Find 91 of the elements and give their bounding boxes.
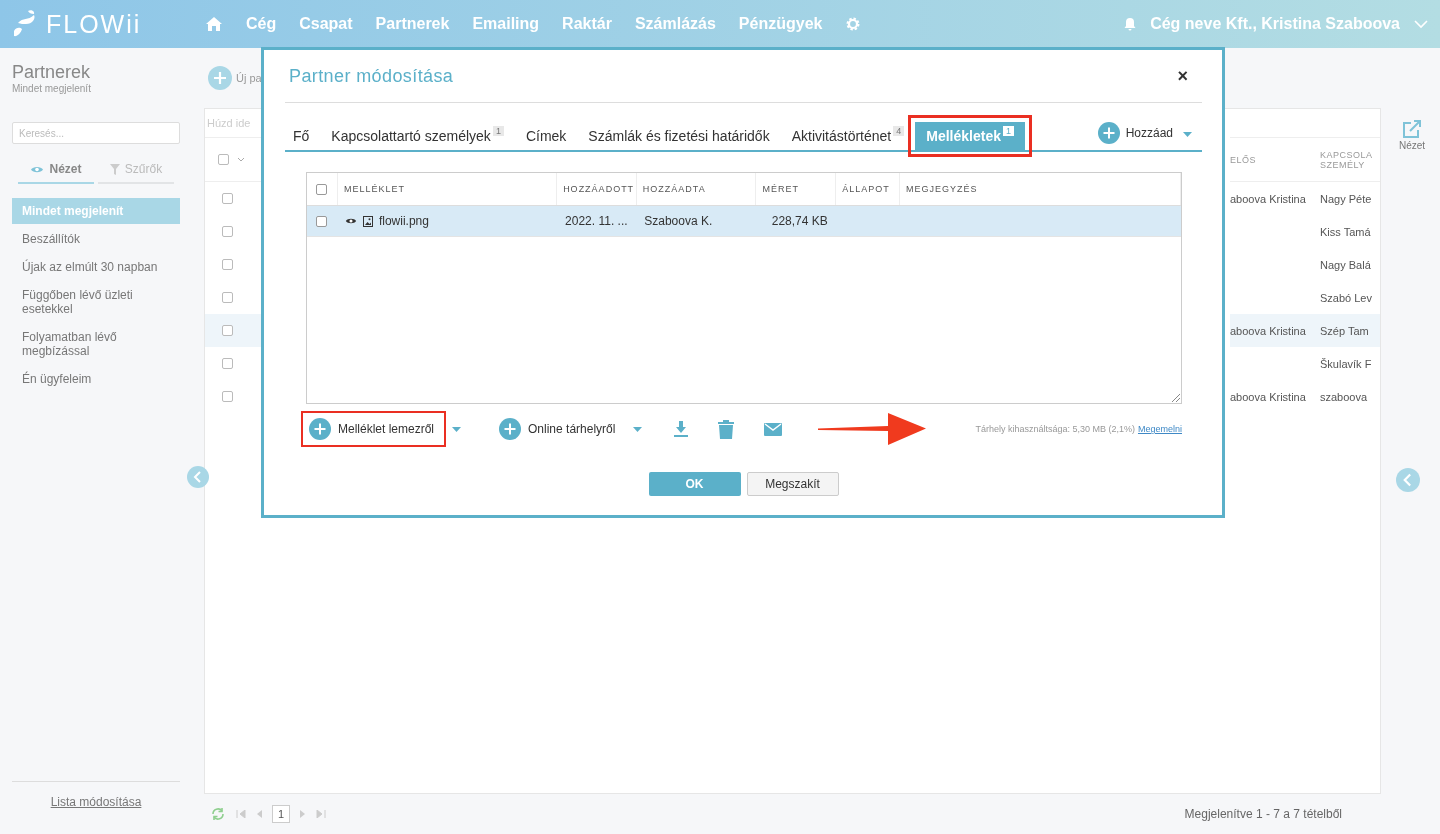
- attach-action[interactable]: Melléklet lemezről: [303, 413, 445, 445]
- sidebar-item[interactable]: Újak az elmúlt 30 napban: [12, 254, 180, 280]
- column-header[interactable]: HOZZÁADOTT: [557, 173, 637, 205]
- increase-storage-link[interactable]: Megemelni: [1137, 424, 1182, 434]
- sidebar-item[interactable]: Én ügyfeleim: [12, 366, 180, 392]
- table-cell: aboova Kristina: [1230, 390, 1306, 403]
- dialog-title: Partner módosítása: [289, 65, 454, 87]
- plus-circle-icon: [499, 418, 522, 440]
- sidebar-item[interactable]: Folyamatban lévő megbízással: [12, 324, 180, 364]
- grid-row[interactable]: Nagy Balá: [1230, 248, 1380, 281]
- table-cell: Nagy Balá: [1320, 258, 1371, 271]
- mail-icon[interactable]: [764, 422, 783, 436]
- chevron-down-icon[interactable]: [1414, 19, 1428, 29]
- checkbox[interactable]: [218, 154, 229, 165]
- column-header[interactable]: ÁLLAPOT: [836, 173, 900, 205]
- table-cell: aboova Kristina: [1230, 324, 1306, 337]
- table-cell: Kiss Tamá: [1320, 225, 1371, 238]
- row-checkbox[interactable]: [222, 292, 233, 303]
- row-checkbox[interactable]: [222, 193, 233, 204]
- table-cell: Szaboova K.: [644, 214, 713, 228]
- table-cell: flowii.png: [378, 214, 429, 228]
- caret-down-icon[interactable]: [633, 426, 643, 432]
- download-icon[interactable]: [674, 421, 689, 437]
- grid-row[interactable]: aboova Kristina Szép Tam: [1230, 314, 1380, 347]
- settings-icon[interactable]: [845, 16, 862, 32]
- eye-icon: [30, 164, 45, 174]
- column-header[interactable]: HOZZÁADTA: [636, 173, 757, 205]
- row-checkbox[interactable]: [222, 391, 233, 402]
- eye-icon[interactable]: [344, 217, 357, 225]
- add-button[interactable]: Hozzáad: [1097, 122, 1183, 144]
- table-cell: 2022. 11. ...: [565, 214, 628, 228]
- grid-row[interactable]: aboova Kristina Nagy Péte: [1230, 182, 1380, 215]
- caret-down-icon[interactable]: [237, 157, 245, 162]
- sidebar-item[interactable]: Beszállítók: [12, 226, 180, 252]
- grid-row[interactable]: aboova Kristina szaboova: [1230, 380, 1380, 413]
- dialog-tab[interactable]: Aktivitástörténet 4: [780, 128, 916, 150]
- table-cell: Szép Tam: [1320, 324, 1369, 337]
- table-cell: szaboova: [1320, 390, 1368, 403]
- row-checkbox[interactable]: [316, 215, 328, 227]
- plus-circle-icon: [1097, 122, 1120, 144]
- sidebar-subtitle: Mindet megjelenít: [12, 83, 92, 94]
- close-button[interactable]: ×: [1163, 65, 1202, 87]
- collapse-left-icon[interactable]: [1396, 468, 1420, 492]
- attach-action[interactable]: Online tárhelyről: [493, 413, 626, 445]
- view-label[interactable]: Nézet: [1398, 140, 1426, 151]
- row-checkbox[interactable]: [222, 325, 233, 336]
- last-page-icon[interactable]: [316, 810, 327, 818]
- edit-list-link[interactable]: Lista módosítása: [50, 795, 142, 809]
- row-checkbox[interactable]: [222, 259, 233, 270]
- plus-circle-icon: [309, 418, 331, 440]
- first-page-icon[interactable]: [236, 810, 246, 818]
- caret-down-icon[interactable]: [452, 426, 462, 432]
- row-checkbox[interactable]: [222, 226, 233, 237]
- plus-circle-icon[interactable]: [208, 66, 232, 90]
- dialog-tab[interactable]: Címek: [514, 128, 578, 150]
- filter-icon: [109, 163, 120, 175]
- grid-row[interactable]: Škulavík F: [1230, 347, 1380, 380]
- table-cell: 228,74 KB: [771, 214, 828, 228]
- pager-summary: Megjelenítve 1 - 7 a 7 tételből: [1184, 807, 1342, 821]
- collapse-left-icon[interactable]: [187, 466, 209, 488]
- cancel-button[interactable]: Megszakít: [746, 472, 839, 496]
- next-page-icon[interactable]: [300, 810, 307, 818]
- table-cell: aboova Kristina: [1230, 192, 1306, 205]
- previous-page-icon[interactable]: [256, 810, 262, 818]
- dialog-tab[interactable]: Kapcsolattartó személyek 1: [320, 128, 515, 150]
- table-cell: Szabó Lev: [1320, 291, 1372, 304]
- external-link-icon[interactable]: [1402, 120, 1422, 138]
- caret-down-icon[interactable]: [1183, 132, 1192, 137]
- sidebar-title: Partnerek: [12, 62, 92, 83]
- refresh-icon[interactable]: [210, 807, 226, 821]
- dialog-tab[interactable]: Számlák és fizetési határidők: [577, 128, 781, 150]
- row-checkbox[interactable]: [222, 358, 233, 369]
- bell-icon[interactable]: [1124, 17, 1137, 31]
- grid-row[interactable]: Kiss Tamá: [1230, 215, 1380, 248]
- table-cell: Škulavík F: [1320, 357, 1372, 370]
- table-cell: Nagy Péte: [1320, 192, 1372, 205]
- grid-row[interactable]: Szabó Lev: [1230, 281, 1380, 314]
- page-number[interactable]: 1: [272, 805, 291, 823]
- trash-icon[interactable]: [718, 419, 735, 439]
- checkbox[interactable]: [316, 183, 328, 195]
- image-file-icon: [362, 215, 373, 227]
- search-field[interactable]: Keresés...: [12, 122, 180, 144]
- resize-grip-icon[interactable]: [1172, 394, 1180, 402]
- attachment-row[interactable]: flowii.png 2022. 11. ... Szaboova K. 228,74 KB: [307, 206, 1181, 237]
- home-icon[interactable]: [205, 16, 223, 32]
- column-header[interactable]: MEGJEGYZÉS: [900, 173, 1181, 205]
- column-header[interactable]: MÉRET: [756, 173, 837, 205]
- sidebar-item[interactable]: Függőben lévő üzleti esetekkel: [12, 282, 180, 322]
- dialog-tab[interactable]: Fő: [285, 128, 321, 150]
- storage-usage-text: Tárhely kihasználtsága: 5,30 MB (2,1%): [975, 424, 1135, 434]
- column-header[interactable]: MELLÉKLET: [337, 173, 558, 205]
